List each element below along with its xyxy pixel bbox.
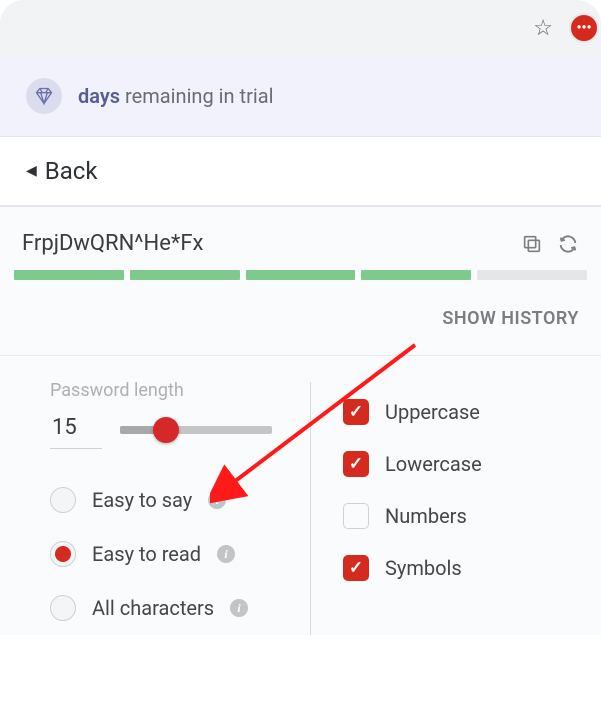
strength-seg [14,270,124,280]
copy-button[interactable] [521,233,543,255]
trial-banner: days remaining in trial [0,56,601,137]
info-icon[interactable]: i [230,599,248,617]
mode-easy-to-say[interactable]: Easy to say i [50,473,292,527]
options-right-column: Uppercase Lowercase Numbers Symbols [321,380,589,635]
back-caret-icon: ◀ [26,163,37,179]
checkbox-icon [343,503,369,529]
show-history-link[interactable]: SHOW HISTORY [0,290,601,356]
mode-label: Easy to say [92,488,192,512]
back-label: Back [45,157,98,185]
charset-lowercase[interactable]: Lowercase [343,438,589,490]
password-length-input[interactable]: 15 [50,411,102,449]
trial-days: days [78,84,120,108]
mode-all-characters[interactable]: All characters i [50,581,292,635]
extension-badge-icon[interactable]: ••• [569,13,599,43]
charset-symbols[interactable]: Symbols [343,542,589,594]
trial-rest: remaining in trial [125,84,273,108]
checkbox-icon [343,555,369,581]
diamond-icon [26,78,62,114]
charset-uppercase[interactable]: Uppercase [343,386,589,438]
checkbox-icon [343,451,369,477]
regenerate-button[interactable] [557,233,579,255]
generated-password[interactable]: FrpjDwQRN^He*Fx [22,231,507,256]
radio-icon [50,541,76,567]
browser-toolbar: ☆ ••• [0,0,601,56]
charset-label: Uppercase [385,400,480,424]
slider-thumb[interactable] [153,417,179,443]
strength-seg [361,270,471,280]
info-icon[interactable]: i [217,545,235,563]
password-length-label: Password length [50,380,292,401]
mode-label: All characters [92,596,214,620]
radio-icon [50,487,76,513]
strength-meter [0,270,601,290]
mode-easy-to-read[interactable]: Easy to read i [50,527,292,581]
password-length-control: 15 [50,411,292,449]
generator-panel: FrpjDwQRN^He*Fx SHOW HISTORY Passwor [0,206,601,635]
options-left-column: Password length 15 Easy to say i Easy to… [50,380,310,635]
charset-label: Numbers [385,504,467,528]
radio-icon [50,595,76,621]
column-divider [310,382,311,635]
info-icon[interactable]: i [208,491,226,509]
mode-label: Easy to read [92,542,201,566]
password-length-slider[interactable] [120,426,272,434]
copy-icon [521,233,543,255]
checkbox-icon [343,399,369,425]
password-row: FrpjDwQRN^He*Fx [0,207,601,270]
strength-seg [130,270,240,280]
refresh-icon [557,233,579,255]
back-button[interactable]: ◀ Back [0,137,601,206]
charset-numbers[interactable]: Numbers [343,490,589,542]
strength-seg [477,270,587,280]
trial-text: days remaining in trial [78,84,273,108]
charset-label: Symbols [385,556,462,580]
charset-label: Lowercase [385,452,482,476]
bookmark-star-icon[interactable]: ☆ [533,16,553,41]
options-area: Password length 15 Easy to say i Easy to… [0,356,601,635]
strength-seg [246,270,356,280]
